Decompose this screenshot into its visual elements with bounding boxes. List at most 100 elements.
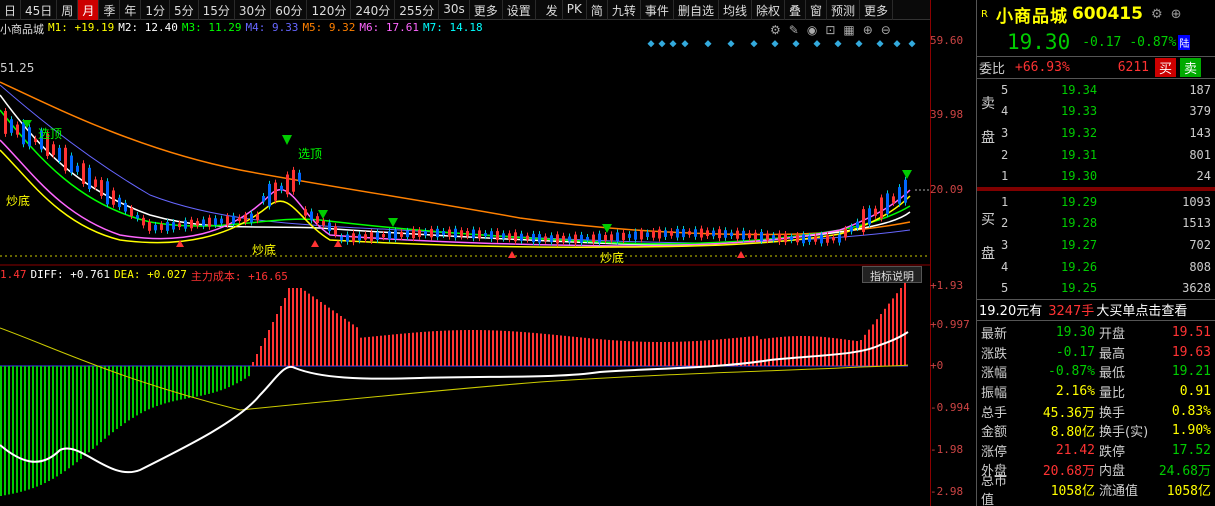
big-order-link[interactable]: 大买单点击查看 [1096,300,1187,319]
candle-body [748,233,751,238]
stat-value: 1058亿 [1050,483,1095,499]
bid-row[interactable]: 5 19.25 3628 [977,277,1215,299]
macd-bar [384,335,386,366]
candle-body [574,234,577,244]
candle-body [100,180,103,196]
macd-bar [696,340,698,366]
ask-row[interactable]: 2 19.31 801 [977,144,1215,166]
macd-bar [684,341,686,366]
bid-price: 19.25 [1061,281,1098,296]
macd-bar [52,366,54,479]
macd-bar [576,337,578,366]
connect-badge: 陆 [1178,34,1191,50]
gear-icon[interactable]: ⚙ [1151,7,1163,22]
candle-body [814,236,817,242]
candle-body [466,231,469,237]
macd-bar [348,321,350,366]
candle-body [490,231,493,239]
candle-body [28,127,31,147]
ask-row[interactable]: 1 19.30 24 [977,165,1215,187]
candlestick-chart[interactable]: 51.25 选顶 选顶 炒底 炒底 炒底 [0,0,930,506]
candle-body [706,230,709,237]
candle-body [856,221,859,228]
macd-bar [96,366,98,446]
candle-body [88,167,91,190]
macd-bar [196,366,198,397]
macd-tick-2: +0.997 [930,318,970,331]
stat-value: 20.68万 [1042,464,1095,480]
buy-button[interactable]: 买 [1155,58,1177,77]
macd-bar [604,339,606,366]
candle-body [256,214,259,221]
candle-body [124,202,127,212]
candle-body [394,230,397,240]
price-change-pct: -0.87% [1129,34,1177,50]
stat-value: -0.87% [1048,364,1095,380]
candle-body [136,215,139,219]
ask-row[interactable]: 4 19.33 379 [977,101,1215,123]
ask-row[interactable]: 3 19.32 143 [977,122,1215,144]
macd-bar [536,333,538,366]
bid-row[interactable]: 4 19.26 808 [977,256,1215,278]
candle-body [694,229,697,237]
indicator-help-button[interactable]: 指标说明 [862,266,922,283]
macd-bar [828,337,830,366]
macd-bar [116,366,118,430]
candle-body [778,233,781,242]
high-label: 51.25 [0,61,34,75]
macd-bar [836,338,838,366]
ask-row[interactable]: 5 19.34 187 [977,79,1215,101]
candle-body [220,218,223,224]
macd-bar [552,334,554,366]
macd-bar [420,332,422,366]
bid-row[interactable]: 3 19.27 702 [977,234,1215,256]
candle-body [442,230,445,236]
candle-body [616,232,619,242]
candle-body [502,233,505,239]
macd-bar [812,336,814,366]
macd-bar [488,330,490,366]
candle-body [724,230,727,238]
macd-bar [860,340,862,366]
quote-price-row: 19.30 -0.17 -0.87% 陆 [977,28,1215,56]
candle-body [886,193,889,215]
bid-level: 5 [1001,281,1009,296]
candle-body [370,232,373,241]
macd-bar [248,366,250,377]
price-tick-3: 20.09 [930,183,964,196]
r-badge: R [981,8,988,20]
stat-value: 19.30 [1055,325,1095,341]
big-order-row[interactable]: 19.20元有 3247手 大买单点击查看 [977,298,1215,321]
stat-row: 涨幅 -0.87% 最低 19.21 [977,362,1215,382]
add-icon[interactable]: ⊕ [1171,7,1182,22]
bid-row[interactable]: 2 19.28 1513 [977,213,1215,235]
macd-bar [276,314,278,366]
macd-bar [904,282,906,366]
macd-bar [216,366,218,392]
stat-label: 总市值 [981,474,1008,506]
bid-row[interactable]: 1 19.29 1093 [977,191,1215,213]
macd-bar [644,341,646,366]
stat-value: 45.36万 [1042,405,1095,421]
stat-label: 总手 [981,405,1008,421]
bid-volume: 1513 [1182,216,1211,231]
macd-bar [76,366,78,463]
bid-level: 4 [1001,259,1009,274]
ask-price: 19.30 [1061,169,1098,184]
macd-bar [36,366,38,487]
candle-body [880,197,883,219]
stat-row: 涨停 21.42 跌停 17.52 [977,441,1215,461]
macd-bar [140,366,142,414]
macd-bar [148,366,150,410]
macd-bar [404,333,406,366]
macd-bar [788,336,790,366]
bid-price: 19.28 [1061,216,1098,231]
bid-volume: 1093 [1182,194,1211,209]
stat-value: 19.63 [1171,344,1211,360]
candle-body [82,163,85,184]
macd-bar [376,336,378,366]
candle-body [208,217,211,227]
ask-level: 3 [1001,125,1009,140]
bid-volume: 808 [1189,259,1211,274]
sell-button[interactable]: 卖 [1180,58,1202,77]
